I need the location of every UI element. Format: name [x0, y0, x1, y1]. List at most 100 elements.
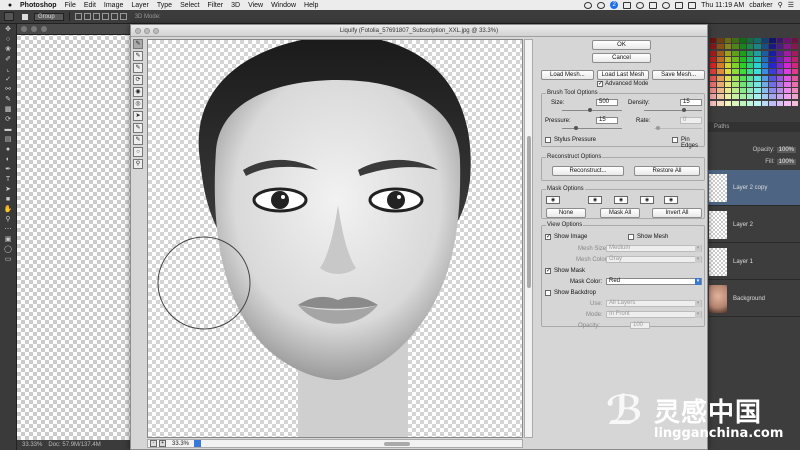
crop-tool-icon[interactable]: ⌞ — [3, 65, 14, 74]
color-swatch[interactable] — [776, 100, 784, 106]
color-swatch[interactable] — [791, 56, 798, 62]
color-swatch[interactable] — [791, 63, 798, 69]
history-brush-tool-icon[interactable]: ⟳ — [3, 115, 14, 124]
color-swatch[interactable] — [761, 94, 769, 100]
menu-help[interactable]: Help — [304, 2, 318, 9]
color-swatch[interactable] — [754, 81, 761, 87]
color-swatch[interactable] — [776, 63, 784, 69]
sync-icon[interactable] — [584, 1, 593, 9]
menu-select[interactable]: Select — [180, 2, 199, 9]
color-swatch[interactable] — [754, 88, 761, 94]
show-backdrop-checkbox[interactable] — [545, 290, 551, 296]
mask-color-select[interactable]: Red ▾ — [606, 278, 702, 285]
brush-tool-icon[interactable]: ✎ — [3, 95, 14, 104]
zoom-dropdown[interactable] — [194, 440, 201, 447]
move-tool-icon[interactable]: ✥ — [3, 25, 14, 34]
type-tool-icon[interactable]: T — [3, 175, 14, 184]
pin-edges-checkbox[interactable] — [672, 137, 678, 143]
color-swatch[interactable] — [724, 63, 732, 69]
color-swatch[interactable] — [776, 69, 784, 75]
color-swatch[interactable] — [710, 44, 717, 50]
opacity-value[interactable]: 100% — [776, 147, 796, 153]
menu-3d[interactable]: 3D — [231, 2, 240, 9]
color-swatch[interactable] — [739, 88, 747, 94]
auto-select-checkbox[interactable] — [22, 13, 28, 20]
color-swatch[interactable] — [761, 75, 769, 81]
size-field[interactable]: 500 — [596, 99, 618, 106]
color-swatch[interactable] — [724, 94, 732, 100]
color-swatch[interactable] — [791, 50, 798, 56]
color-swatch[interactable] — [791, 94, 798, 100]
color-swatch[interactable] — [724, 44, 732, 50]
color-swatch[interactable] — [784, 50, 791, 56]
add-to-selection-icon[interactable]: ◉ — [588, 196, 602, 204]
color-swatch[interactable] — [754, 63, 761, 69]
density-slider[interactable] — [644, 110, 702, 111]
close-icon[interactable] — [21, 26, 27, 32]
show-image-checkbox[interactable]: ✓ — [545, 234, 551, 240]
hand-tool-icon[interactable]: ○ — [133, 147, 143, 157]
color-swatch[interactable] — [724, 100, 732, 106]
shape-tool-icon[interactable]: ■ — [3, 195, 14, 204]
color-swatch[interactable] — [732, 63, 739, 69]
tab-paths[interactable]: Paths — [714, 124, 729, 130]
cloud-icon[interactable] — [597, 1, 606, 9]
zoom-value[interactable]: 33.3% — [172, 441, 194, 447]
zoom-icon[interactable] — [153, 28, 159, 34]
color-swatch[interactable] — [710, 38, 717, 43]
color-swatch[interactable] — [754, 56, 761, 62]
save-mesh-button[interactable]: Save Mesh... — [652, 70, 706, 80]
mask-none-button[interactable]: None — [546, 208, 586, 218]
menu-image[interactable]: Image — [104, 2, 123, 9]
menu-app-name[interactable]: Photoshop — [20, 2, 57, 9]
scroll-thumb[interactable] — [527, 136, 531, 288]
color-swatch[interactable] — [717, 44, 724, 50]
color-swatch[interactable] — [784, 56, 791, 62]
color-swatch[interactable] — [710, 100, 717, 106]
advanced-mode-checkbox[interactable]: ✓ — [597, 81, 603, 87]
clock-icon[interactable] — [636, 1, 645, 9]
restore-all-button[interactable]: Restore All — [634, 166, 700, 176]
menu-file[interactable]: File — [65, 2, 76, 9]
color-swatch[interactable] — [784, 44, 791, 50]
align-top-icon[interactable] — [74, 13, 82, 20]
color-swatch[interactable] — [732, 56, 739, 62]
color-swatch[interactable] — [710, 88, 717, 94]
color-swatch[interactable] — [769, 100, 776, 106]
color-swatch[interactable] — [747, 44, 754, 50]
color-swatch[interactable] — [791, 88, 798, 94]
clone-stamp-tool-icon[interactable]: ▩ — [3, 105, 14, 114]
color-swatch[interactable] — [724, 56, 732, 62]
color-swatch[interactable] — [769, 56, 776, 62]
lasso-tool-icon[interactable]: ❀ — [3, 45, 14, 54]
color-swatch[interactable] — [776, 50, 784, 56]
color-swatch[interactable] — [776, 56, 784, 62]
color-swatch[interactable] — [739, 75, 747, 81]
color-swatch[interactable] — [754, 50, 761, 56]
thaw-mask-tool-icon[interactable]: ✎ — [133, 135, 143, 145]
color-swatch[interactable] — [747, 50, 754, 56]
zoom-level[interactable]: 33.33% — [22, 442, 42, 448]
mesh-color-select[interactable]: Gray ▾ — [606, 256, 702, 263]
color-swatch[interactable] — [710, 63, 717, 69]
color-swatch[interactable] — [732, 81, 739, 87]
color-swatch[interactable] — [784, 81, 791, 87]
color-swatch[interactable] — [761, 56, 769, 62]
cancel-button[interactable]: Cancel — [592, 53, 651, 63]
color-swatch[interactable] — [739, 63, 747, 69]
color-swatch[interactable] — [717, 56, 724, 62]
reconstruct-button[interactable]: Reconstruct... — [552, 166, 624, 176]
color-swatch[interactable] — [784, 38, 791, 43]
color-swatch[interactable] — [761, 81, 769, 87]
canvas-vertical-scrollbar[interactable] — [524, 39, 533, 438]
color-swatch[interactable] — [732, 44, 739, 50]
color-swatch[interactable] — [784, 100, 791, 106]
density-field[interactable]: 15 — [680, 99, 702, 106]
zoom-tool-icon[interactable]: ⚲ — [3, 215, 14, 224]
healing-tool-icon[interactable]: ⚯ — [3, 85, 14, 94]
apple-icon[interactable]: ● — [6, 2, 14, 9]
menu-layer[interactable]: Layer — [131, 2, 149, 9]
color-swatch[interactable] — [710, 50, 717, 56]
twirl-tool-icon[interactable]: ⟳ — [133, 75, 143, 85]
invert-selection-icon[interactable]: ◉ — [664, 196, 678, 204]
